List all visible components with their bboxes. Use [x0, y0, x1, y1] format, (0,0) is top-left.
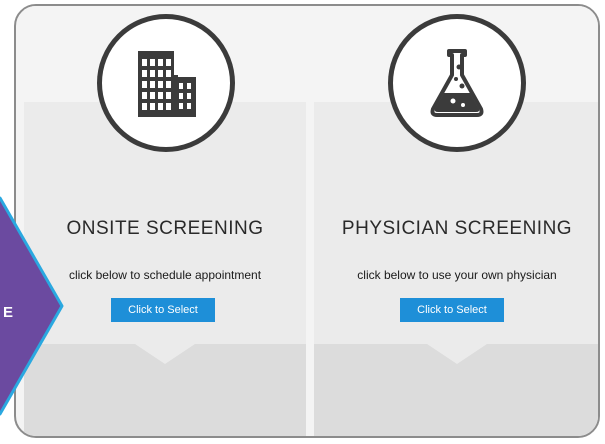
- physician-screening-title: PHYSICIAN SCREENING: [341, 218, 573, 239]
- physician-screening-subtitle: click below to use your own physician: [357, 268, 557, 282]
- arrow-tab-label: E: [3, 304, 14, 321]
- building-icon: [138, 51, 196, 117]
- onsite-select-button[interactable]: Click to Select: [111, 298, 215, 322]
- flask-icon: [430, 49, 484, 117]
- selection-panel: ONSITE SCREENING click below to schedule…: [14, 4, 600, 438]
- physician-select-button[interactable]: Click to Select: [400, 298, 504, 322]
- onsite-icon-circle: [97, 14, 235, 152]
- card-notch: [421, 340, 493, 364]
- physician-screening-card[interactable]: PHYSICIAN SCREENING click below to use y…: [314, 6, 598, 436]
- physician-icon-circle: [388, 14, 526, 152]
- card-notch: [129, 340, 201, 364]
